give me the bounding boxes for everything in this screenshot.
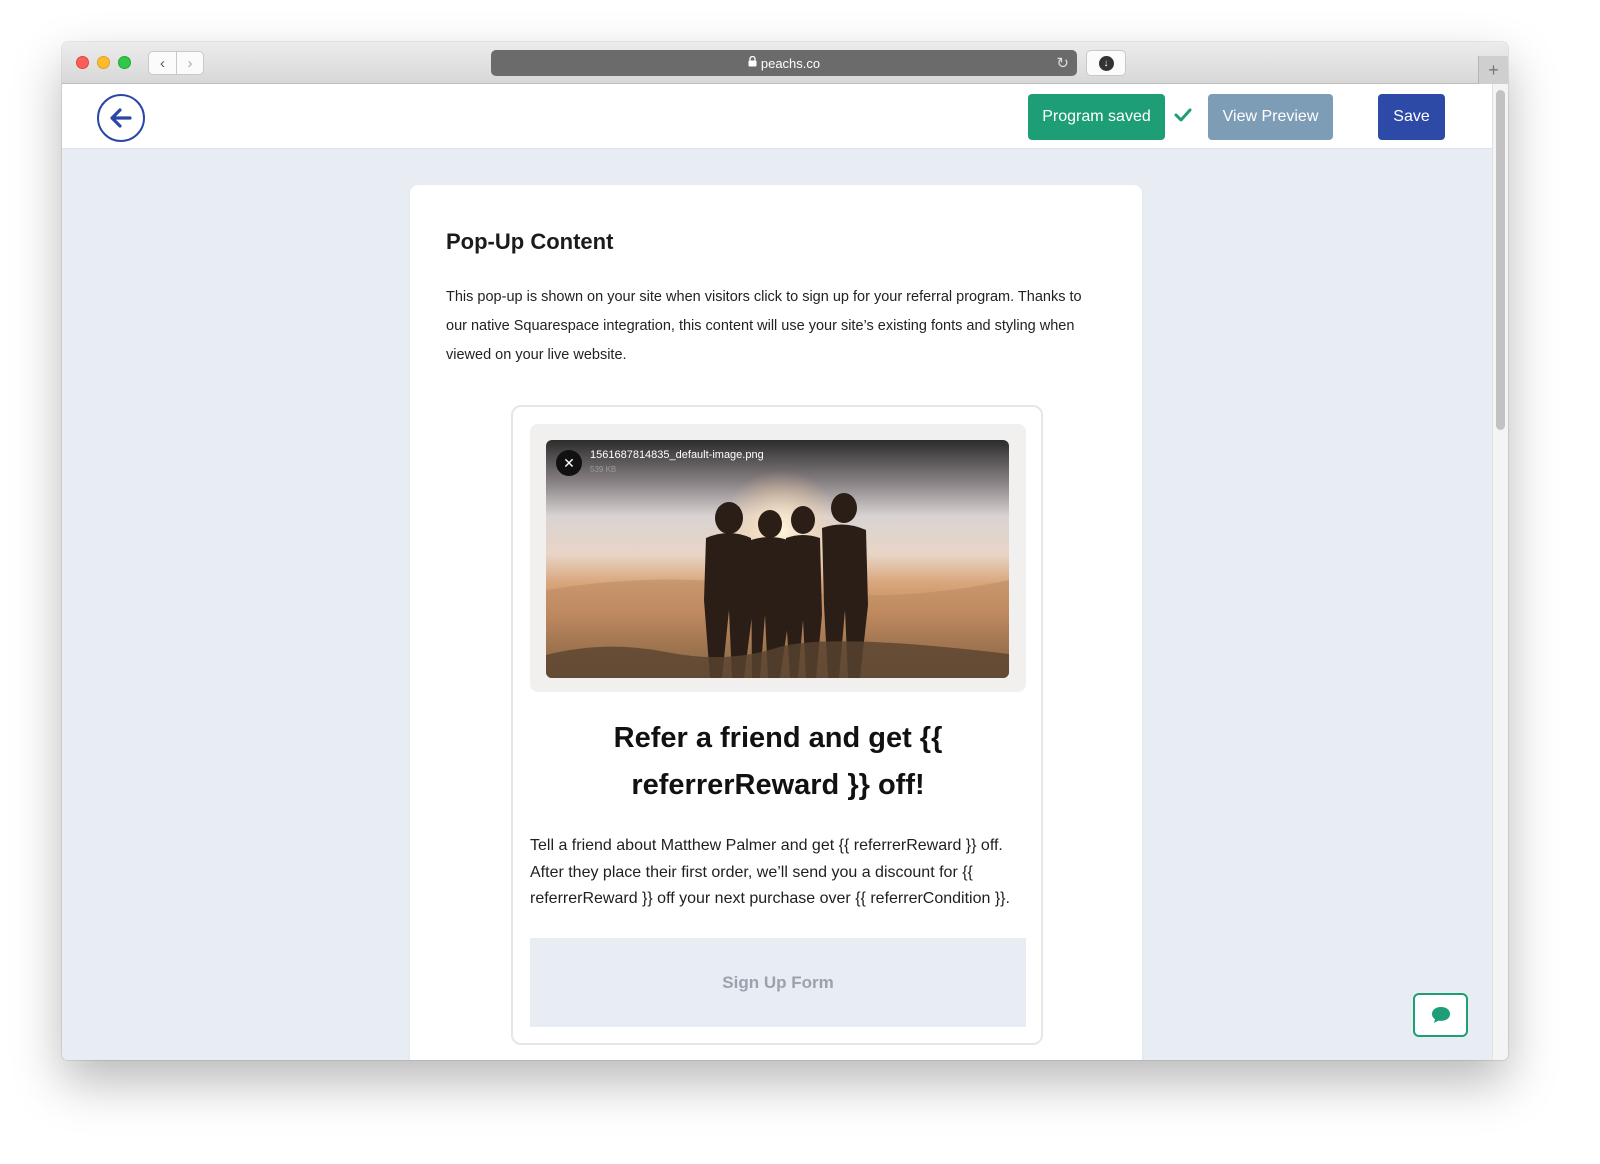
popup-content-card: Pop-Up Content This pop-up is shown on y… [410, 185, 1142, 1060]
address-bar[interactable]: peachs.co ↻ [491, 50, 1077, 76]
history-nav: ‹ › [148, 51, 204, 75]
lock-icon [748, 55, 757, 70]
app-header: Program saved View Preview Save [62, 84, 1492, 149]
chat-button[interactable] [1413, 993, 1468, 1037]
view-preview-button[interactable]: View Preview [1208, 94, 1333, 140]
popup-image: ✕ 1561687814835_default-image.png 539 KB [546, 440, 1009, 678]
checkmark-icon [1174, 108, 1192, 122]
browser-titlebar: ‹ › peachs.co ↻ ↓ + [62, 42, 1508, 84]
minimize-window-button[interactable] [97, 56, 110, 69]
browser-window: ‹ › peachs.co ↻ ↓ + Program saved View P… [62, 42, 1508, 1060]
arrow-left-icon [110, 108, 132, 128]
remove-image-button[interactable]: ✕ [556, 450, 582, 476]
browser-forward-button[interactable]: › [175, 52, 203, 74]
card-description: This pop-up is shown on your site when v… [446, 289, 1082, 363]
scrollbar-thumb[interactable] [1496, 90, 1505, 430]
reload-icon[interactable]: ↻ [1056, 54, 1069, 72]
download-icon: ↓ [1098, 55, 1114, 71]
signup-form-placeholder[interactable]: Sign Up Form [530, 938, 1026, 1027]
back-button[interactable] [97, 94, 145, 142]
close-window-button[interactable] [76, 56, 89, 69]
image-filesize: 539 KB [590, 465, 617, 474]
browser-back-button[interactable]: ‹ [149, 52, 176, 74]
new-tab-button[interactable]: + [1478, 56, 1508, 84]
image-upload-area[interactable]: ✕ 1561687814835_default-image.png 539 KB [530, 424, 1026, 692]
friends-sunset-illustration [546, 470, 1009, 678]
main-content: Pop-Up Content This pop-up is shown on y… [62, 149, 1492, 1060]
card-title: Pop-Up Content [446, 229, 614, 254]
zoom-window-button[interactable] [118, 56, 131, 69]
popup-heading: Refer a friend and get {{ referrerReward… [613, 722, 943, 801]
program-saved-button[interactable]: Program saved [1028, 94, 1165, 140]
downloads-button[interactable]: ↓ [1086, 50, 1126, 76]
popup-preview: ✕ 1561687814835_default-image.png 539 KB… [511, 405, 1043, 1045]
save-button[interactable]: Save [1378, 94, 1445, 140]
popup-body-text: Tell a friend about Matthew Palmer and g… [530, 837, 1010, 907]
page-scrollbar[interactable] [1492, 84, 1508, 1060]
chat-bubble-icon [1431, 1007, 1450, 1023]
url-text: peachs.co [760, 55, 821, 71]
image-filename: 1561687814835_default-image.png [590, 449, 764, 461]
